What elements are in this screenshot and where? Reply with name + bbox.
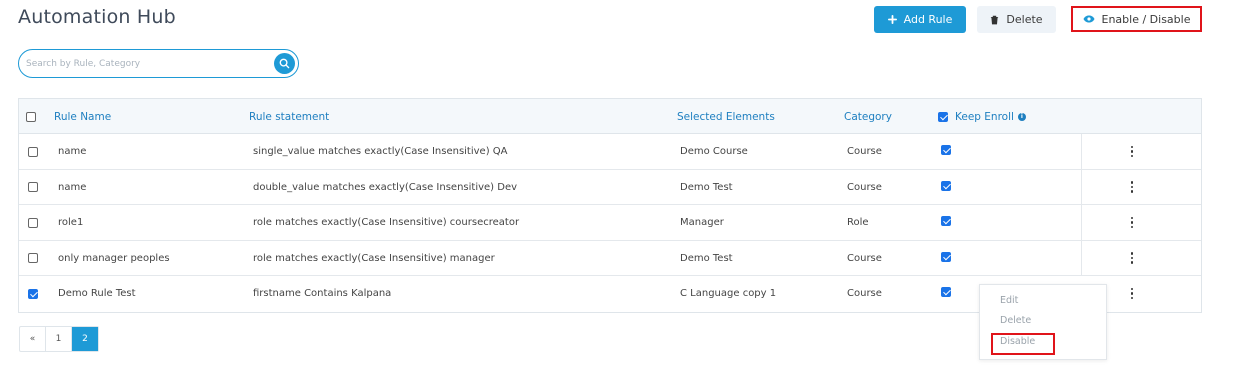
cell-selected-elements: Demo Course <box>680 146 748 157</box>
kebab-icon <box>1127 287 1137 300</box>
cell-selected-elements: Demo Test <box>680 252 733 264</box>
header-rule-statement[interactable]: Rule statement <box>249 99 329 134</box>
table-row[interactable]: name double_value matches exactly(Case In… <box>19 170 1201 205</box>
trash-icon <box>991 15 999 24</box>
plus-icon <box>887 15 897 24</box>
search-icon <box>279 58 290 69</box>
cell-rule-statement: firstname Contains Kalpana <box>253 288 392 299</box>
search-button[interactable] <box>274 53 295 74</box>
row-actions-button[interactable] <box>1127 241 1137 276</box>
kebab-icon <box>1127 216 1137 229</box>
header-rule-name[interactable]: Rule Name <box>54 99 111 134</box>
table-row[interactable]: only manager peoples role matches exactly… <box>19 241 1201 276</box>
search-box <box>18 49 299 78</box>
keep-enroll-checkbox[interactable] <box>941 251 951 262</box>
cell-rule-statement: role matches exactly(Case Insensitive) m… <box>253 252 495 264</box>
header-keep-enroll: Keep Enroll <box>955 110 1014 123</box>
rules-table: Rule Name Rule statement Selected Elemen… <box>18 98 1202 313</box>
cell-rule-name: only manager peoples <box>58 252 170 264</box>
cell-selected-elements: C Language copy 1 <box>680 288 777 299</box>
menu-item-edit[interactable]: Edit <box>1000 295 1018 306</box>
highlight-box <box>991 333 1055 355</box>
info-icon[interactable]: i <box>1017 112 1026 121</box>
cell-category: Role <box>847 217 869 228</box>
row-checkbox[interactable] <box>28 217 38 228</box>
keep-enroll-checkbox[interactable] <box>941 216 951 226</box>
row-actions-button[interactable] <box>1127 276 1137 311</box>
pagination-page-2[interactable]: 2 <box>72 327 98 351</box>
column-divider <box>1081 134 1082 275</box>
cell-rule-statement: double_value matches exactly(Case Insens… <box>253 181 518 193</box>
row-checkbox[interactable] <box>28 253 38 263</box>
select-all-checkbox[interactable] <box>26 111 36 122</box>
keep-enroll-checkbox[interactable] <box>941 145 951 155</box>
kebab-icon <box>1127 252 1137 264</box>
delete-button[interactable]: Delete <box>977 6 1056 33</box>
keep-enroll-checkbox[interactable] <box>941 287 951 297</box>
add-rule-label: Add Rule <box>903 13 953 26</box>
row-checkbox[interactable] <box>28 288 38 299</box>
keep-enroll-all-checkbox[interactable] <box>938 111 948 122</box>
row-actions-button[interactable] <box>1127 205 1137 240</box>
cell-rule-name: Demo Rule Test <box>58 288 136 299</box>
add-rule-button[interactable]: Add Rule <box>874 6 966 33</box>
cell-category: Course <box>847 146 882 157</box>
header-selected-elements[interactable]: Selected Elements <box>677 99 775 134</box>
cell-rule-statement: role matches exactly(Case Insensitive) c… <box>253 217 520 228</box>
cell-category: Course <box>847 252 882 264</box>
cell-rule-statement: single_value matches exactly(Case Insens… <box>253 146 508 157</box>
keep-enroll-checkbox[interactable] <box>941 180 951 191</box>
cell-rule-name: name <box>58 181 87 193</box>
table-header: Rule Name Rule statement Selected Elemen… <box>19 99 1201 134</box>
cell-category: Course <box>847 181 882 193</box>
cell-category: Course <box>847 288 882 299</box>
pagination-prev[interactable]: « <box>20 327 46 351</box>
table-row[interactable]: name single_value matches exactly(Case In… <box>19 134 1201 170</box>
cell-rule-name: role1 <box>58 217 84 228</box>
menu-item-delete[interactable]: Delete <box>1000 315 1031 326</box>
delete-label: Delete <box>1006 13 1043 26</box>
search-input[interactable] <box>26 55 266 73</box>
cell-rule-name: name <box>58 146 87 157</box>
kebab-icon <box>1127 181 1137 193</box>
row-checkbox[interactable] <box>28 182 38 192</box>
pagination-page-1[interactable]: 1 <box>46 327 72 351</box>
cell-selected-elements: Demo Test <box>680 181 733 193</box>
row-actions-button[interactable] <box>1127 170 1137 205</box>
kebab-icon <box>1127 145 1137 158</box>
row-checkbox[interactable] <box>28 146 38 157</box>
table-row[interactable]: role1 role matches exactly(Case Insensiti… <box>19 205 1201 241</box>
enable-disable-button[interactable]: Enable / Disable <box>1071 6 1202 32</box>
enable-disable-label: Enable / Disable <box>1101 12 1191 26</box>
header-category[interactable]: Category <box>844 99 892 134</box>
row-actions-button[interactable] <box>1127 134 1137 169</box>
pagination: « 1 2 <box>19 326 99 352</box>
cell-selected-elements: Manager <box>680 217 724 228</box>
eye-icon <box>1083 15 1094 23</box>
page-title: Automation Hub <box>18 6 176 28</box>
